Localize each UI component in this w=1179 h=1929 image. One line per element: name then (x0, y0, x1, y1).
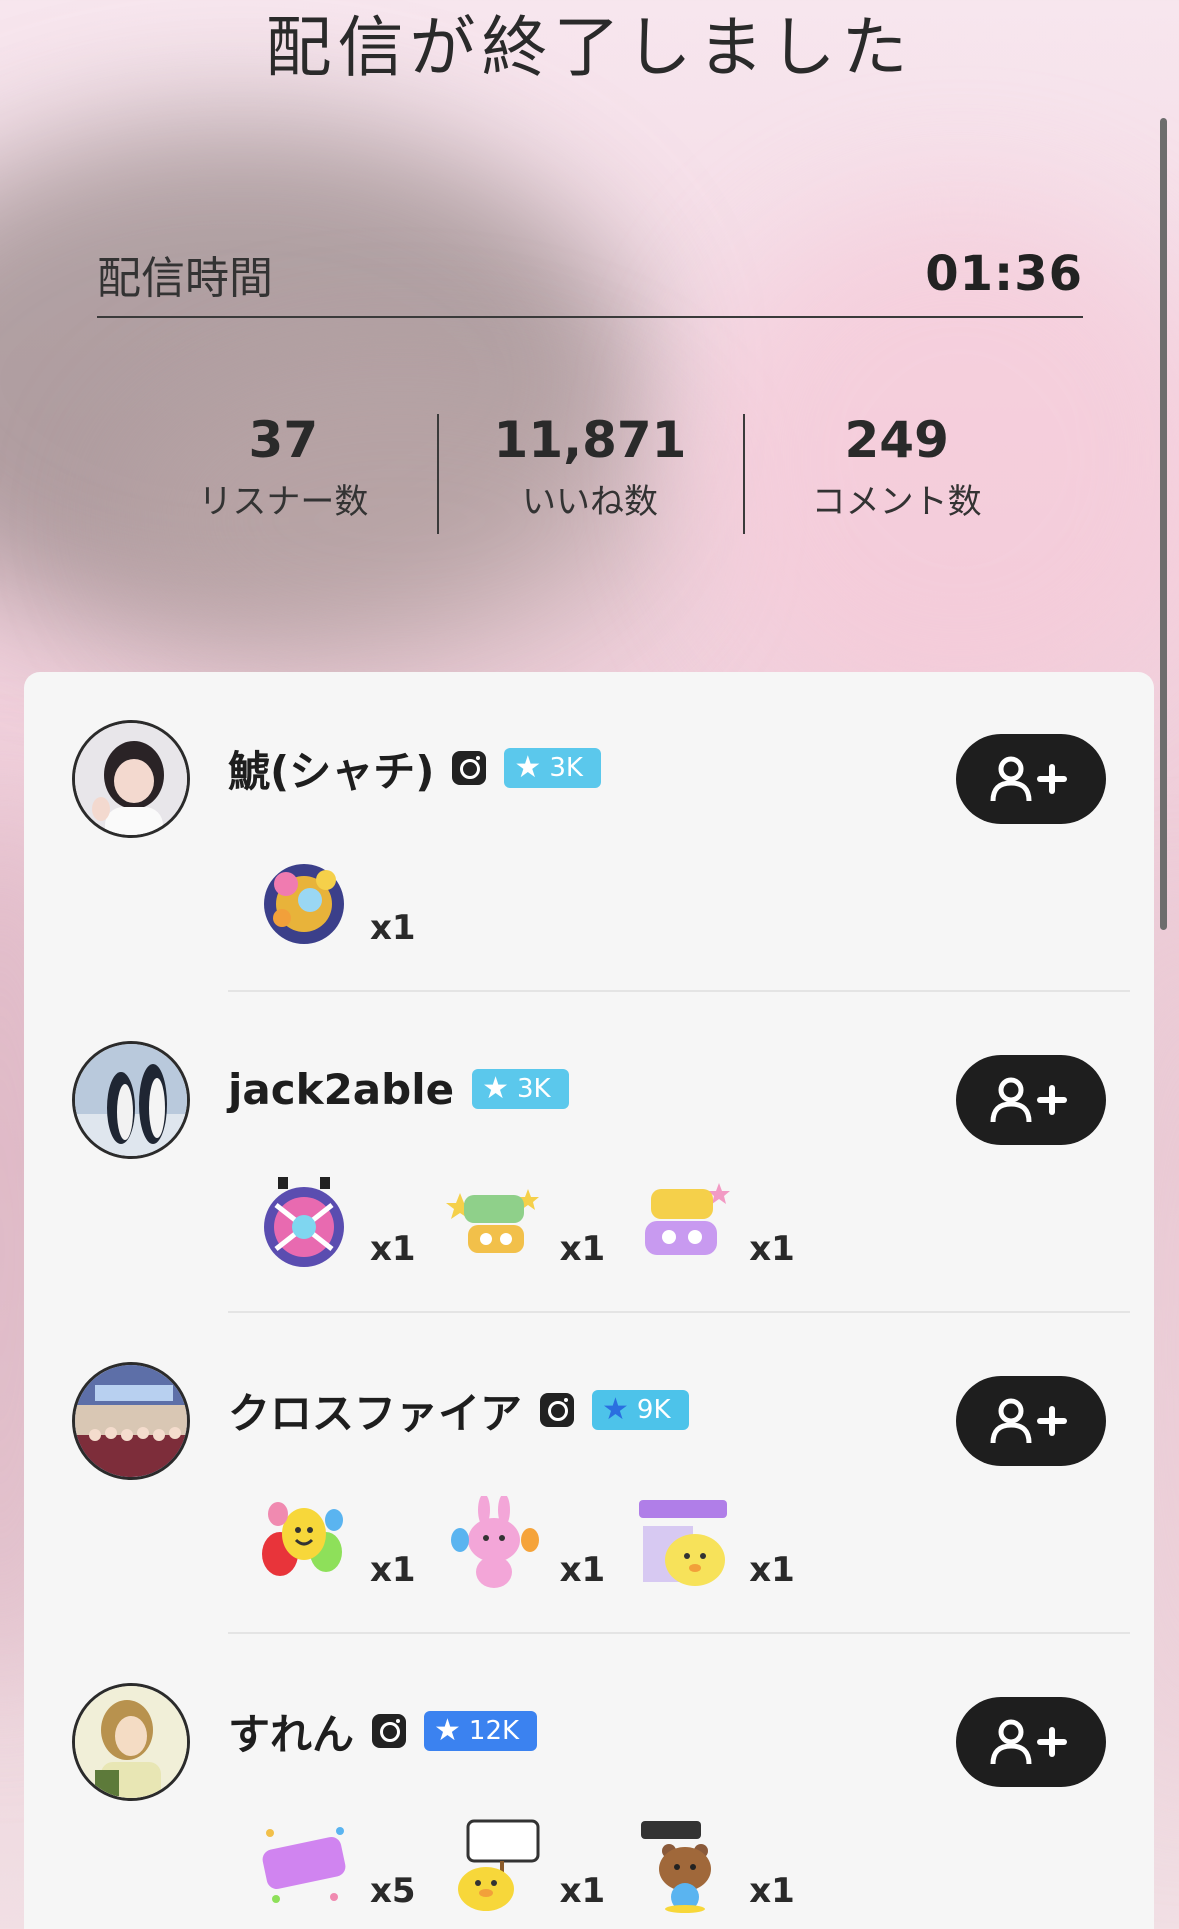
eru-ari-sticker-icon (645, 1183, 731, 1255)
user-name[interactable]: クロスファイア (228, 1380, 522, 1441)
duration-value: 01:36 (925, 246, 1083, 302)
stat-likes: 11,871 いいね数 (436, 411, 744, 536)
tsugi-ittemiyo-sticker-icon (457, 1819, 540, 1911)
add-user-icon (990, 1077, 1067, 1123)
gift-item: x1 (635, 1175, 795, 1271)
fan-level-badge: ★ 9K (592, 1390, 689, 1430)
stat-listeners: 37 リスナー数 (130, 411, 437, 536)
user-name-line: すれん ★ 12K (228, 1699, 538, 1763)
eru-ome-sticker-icon (445, 1189, 539, 1253)
gift-item: x1 (256, 854, 416, 950)
star-icon: ★ (514, 750, 542, 785)
stat-value: 249 (844, 411, 949, 469)
list-item: jack2able ★ 3K x1 x1 x1 (24, 993, 1154, 1313)
gift-count: x1 (559, 1550, 606, 1590)
follow-button[interactable] (956, 1376, 1106, 1466)
instagram-icon[interactable] (372, 1714, 407, 1748)
stat-label: いいね数 (522, 481, 658, 522)
gift-count: x1 (749, 1550, 795, 1590)
fireworks-gift-icon (264, 864, 344, 944)
zekkouchou-sticker-icon (641, 1821, 712, 1913)
gift-count: x1 (559, 1229, 606, 1269)
instagram-icon[interactable] (540, 1393, 575, 1427)
page-title: 配信が終了しました (265, 9, 914, 86)
star-icon: ★ (602, 1392, 629, 1427)
gift-count: x1 (370, 1550, 416, 1590)
stat-label: リスナー数 (198, 481, 369, 522)
avatar[interactable] (72, 720, 190, 838)
stream-stats: 37 リスナー数 11,871 いいね数 249 コメント数 (130, 411, 1050, 536)
instagram-icon[interactable] (452, 751, 487, 785)
stat-value: 37 (248, 411, 319, 469)
star-icon: ★ (434, 1713, 461, 1748)
rabbit-maracas-sticker-icon (450, 1496, 539, 1588)
follow-button[interactable] (956, 1055, 1106, 1145)
avatar[interactable] (72, 1683, 190, 1801)
avatar[interactable] (72, 1362, 190, 1480)
badge-label: 3K (549, 753, 583, 783)
gift-list: x1 (256, 840, 446, 950)
follow-button[interactable] (956, 734, 1106, 824)
user-name-line: クロスファイア ★ 9K (228, 1378, 689, 1442)
konbanwa-sticker-icon (639, 1500, 728, 1586)
gifter-list: 鯱(シャチ) ★ 3K x1 jack2able ★ 3K x1 x1 x1 ク… (24, 672, 1154, 1929)
divider (228, 1632, 1130, 1634)
badge-label: 12K (468, 1716, 520, 1746)
user-name[interactable]: jack2able (228, 1065, 454, 1114)
badge-label: 3K (516, 1074, 551, 1104)
star-icon: ★ (482, 1071, 509, 1106)
balloons-gift-icon (262, 1502, 343, 1576)
gift-count: x5 (370, 1871, 416, 1911)
add-user-icon (990, 1719, 1067, 1765)
gift-item: x1 (446, 1817, 606, 1913)
fan-level-badge: ★ 3K (472, 1069, 569, 1109)
list-item: クロスファイア ★ 9K x1 x1 x1 (24, 1314, 1154, 1634)
gift-item: x1 (256, 1496, 416, 1592)
user-name[interactable]: すれん (228, 1701, 354, 1762)
gift-item: x1 (635, 1496, 795, 1592)
gift-count: x1 (559, 1871, 606, 1911)
gift-count: x1 (749, 1871, 795, 1911)
user-name[interactable]: 鯱(シャチ) (228, 738, 434, 799)
follow-button[interactable] (956, 1697, 1106, 1787)
stat-label: コメント数 (811, 481, 982, 522)
avatar[interactable] (72, 1041, 190, 1159)
scrollbar[interactable] (1160, 118, 1167, 930)
gift-item: x1 (445, 1175, 606, 1271)
stat-value: 11,871 (493, 411, 687, 469)
badge-label: 9K (636, 1395, 671, 1425)
user-name-line: 鯱(シャチ) ★ 3K (228, 736, 601, 800)
fan-level-badge: ★ 3K (504, 748, 601, 788)
gift-item: x1 (446, 1496, 606, 1592)
stream-duration-row: 配信時間 01:36 (97, 232, 1083, 318)
stat-comments: 249 コメント数 (743, 411, 1050, 536)
divider (228, 1311, 1130, 1313)
add-user-icon (990, 756, 1067, 802)
fan-level-badge: ★ 12K (424, 1711, 538, 1751)
duration-label: 配信時間 (97, 253, 273, 304)
disco-ball-gift-icon (264, 1177, 344, 1267)
gift-count: x1 (370, 1229, 416, 1269)
list-item: 鯱(シャチ) ★ 3K x1 (24, 672, 1154, 992)
gift-item: x1 (635, 1817, 795, 1913)
gift-list: x1 x1 x1 (256, 1482, 825, 1592)
baburi-sticker-icon (262, 1827, 346, 1903)
gift-list: x1 x1 x1 (256, 1161, 825, 1271)
user-name-line: jack2able ★ 3K (228, 1057, 569, 1121)
list-item: すれん ★ 12K x5 x1 x1 (24, 1635, 1154, 1929)
gift-list: x5 x1 x1 (256, 1803, 825, 1913)
add-user-icon (990, 1398, 1067, 1444)
gift-count: x1 (749, 1229, 795, 1269)
divider (228, 990, 1130, 992)
gift-item: x5 (256, 1817, 416, 1913)
gift-item: x1 (256, 1175, 416, 1271)
gift-count: x1 (370, 908, 416, 948)
